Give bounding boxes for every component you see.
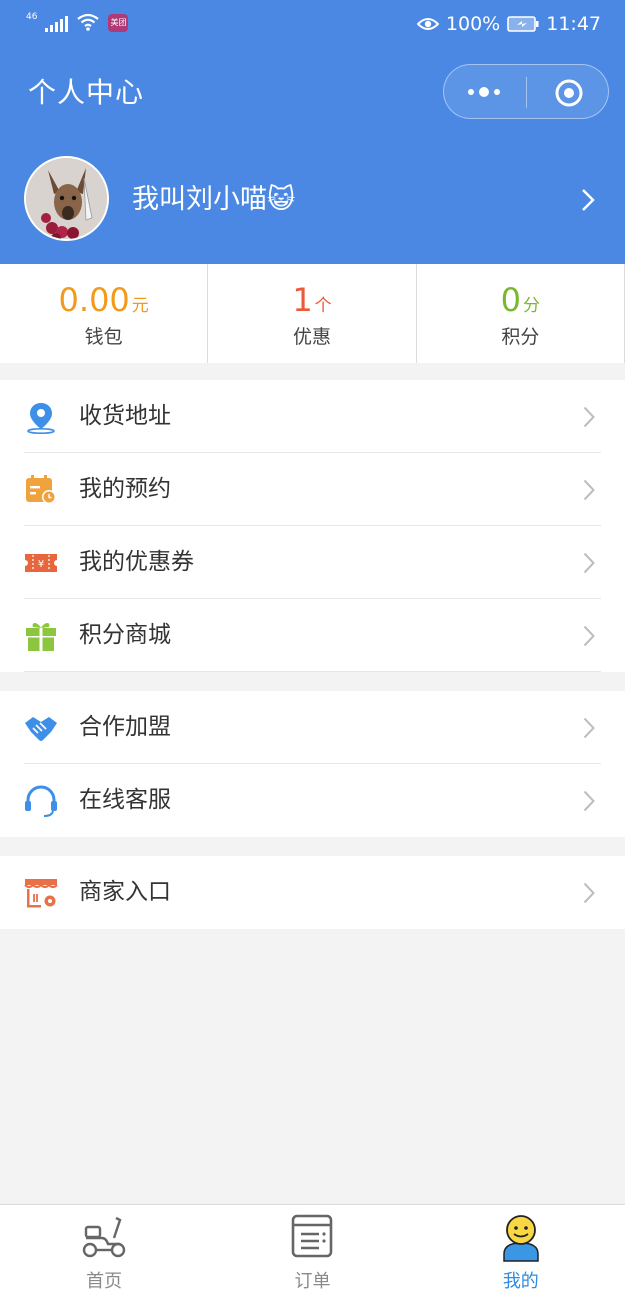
menu-item-coupons[interactable]: ¥ 我的优惠券	[0, 526, 625, 599]
tab-label-mine: 我的	[502, 1271, 539, 1292]
menu-label-address: 收货地址	[79, 403, 171, 429]
eye-icon	[416, 18, 439, 30]
coupon-ticket-icon: ¥	[25, 554, 57, 572]
svg-text:¥: ¥	[38, 559, 44, 570]
more-dots-icon	[468, 87, 500, 97]
scooter-icon	[82, 1216, 126, 1258]
location-pin-icon	[27, 403, 55, 434]
coupons-value: 1	[292, 281, 313, 319]
menu-label-merchant: 商家入口	[79, 879, 171, 905]
storefront-icon	[24, 879, 58, 908]
coupons-label: 优惠	[292, 326, 331, 348]
menu-label-support: 在线客服	[79, 787, 171, 813]
menu-item-merchant[interactable]: 商家入口	[0, 856, 625, 929]
menu-item-appointments[interactable]: 我的预约	[0, 453, 625, 526]
wallet-value: 0.00	[58, 281, 130, 319]
menu-label-franchise: 合作加盟	[79, 714, 171, 740]
chevron-right-icon	[583, 882, 595, 904]
calendar-clock-icon	[26, 475, 56, 504]
username: 我叫刘小喵😺	[132, 184, 296, 215]
bottom-tab-bar: 首页 订单 我的	[0, 1204, 625, 1299]
target-close-icon	[555, 79, 583, 107]
chevron-right-icon	[583, 552, 595, 574]
close-button[interactable]	[527, 65, 610, 120]
wifi-icon	[77, 13, 100, 31]
order-list-icon	[292, 1214, 333, 1258]
app-notification-icon: 美团	[108, 14, 129, 32]
stat-points[interactable]: 0分 积分	[415, 264, 625, 363]
menu-group-merchant: 商家入口	[0, 856, 625, 929]
user-smiley-icon	[503, 1215, 539, 1262]
menu-label-coupons: 我的优惠券	[79, 549, 194, 575]
clock: 11:47	[546, 13, 601, 35]
chevron-right-icon	[583, 625, 595, 647]
chevron-right-icon	[583, 790, 595, 812]
menu-item-franchise[interactable]: 合作加盟	[0, 691, 625, 764]
chevron-right-icon	[582, 189, 595, 211]
account-stats: 0.00 元 钱包 1个 优惠 0分 积分	[0, 264, 625, 363]
menu-item-address[interactable]: 收货地址	[0, 380, 625, 453]
wallet-label: 钱包	[84, 326, 123, 348]
more-button[interactable]	[444, 65, 526, 120]
points-label: 积分	[501, 326, 540, 348]
menu-label-points-mall: 积分商城	[79, 622, 171, 648]
chevron-right-icon	[583, 406, 595, 428]
divider	[24, 671, 601, 672]
tab-home[interactable]: 首页	[0, 1205, 208, 1299]
battery-percent: 100%	[445, 13, 501, 35]
tab-label-orders: 订单	[294, 1271, 331, 1292]
status-bar: 46 美团 100% 11:47	[0, 0, 625, 50]
handshake-icon	[25, 717, 57, 741]
stat-wallet[interactable]: 0.00 元 钱包	[0, 264, 207, 363]
chevron-right-icon	[583, 479, 595, 501]
headset-icon	[25, 785, 57, 817]
avatar[interactable]	[24, 156, 109, 241]
signal-icon	[45, 14, 69, 32]
tab-mine[interactable]: 我的	[417, 1205, 625, 1299]
profile-row[interactable]: 我叫刘小喵😺	[0, 150, 625, 250]
menu-group-services: 收货地址 我的预约 ¥ 我的优惠券 积分商城	[0, 380, 625, 672]
coupons-unit: 个	[314, 296, 332, 316]
gift-icon	[26, 623, 56, 651]
menu-item-support[interactable]: 在线客服	[0, 764, 625, 837]
page-title: 个人中心	[28, 76, 145, 109]
battery-charging-icon	[507, 16, 539, 32]
menu-label-appointments: 我的预约	[79, 476, 171, 502]
tab-orders[interactable]: 订单	[208, 1205, 416, 1299]
wallet-unit: 元	[131, 296, 149, 316]
mini-program-capsule	[443, 64, 609, 119]
menu-item-points-mall[interactable]: 积分商城	[0, 599, 625, 672]
points-unit: 分	[523, 296, 540, 316]
tab-label-home: 首页	[86, 1271, 123, 1292]
points-value: 0	[500, 281, 521, 319]
dog-avatar-icon	[26, 158, 107, 239]
chevron-right-icon	[583, 717, 595, 739]
network-type: 46	[26, 12, 38, 22]
menu-group-partner: 合作加盟 在线客服	[0, 691, 625, 837]
stat-coupons[interactable]: 1个 优惠	[207, 264, 415, 363]
